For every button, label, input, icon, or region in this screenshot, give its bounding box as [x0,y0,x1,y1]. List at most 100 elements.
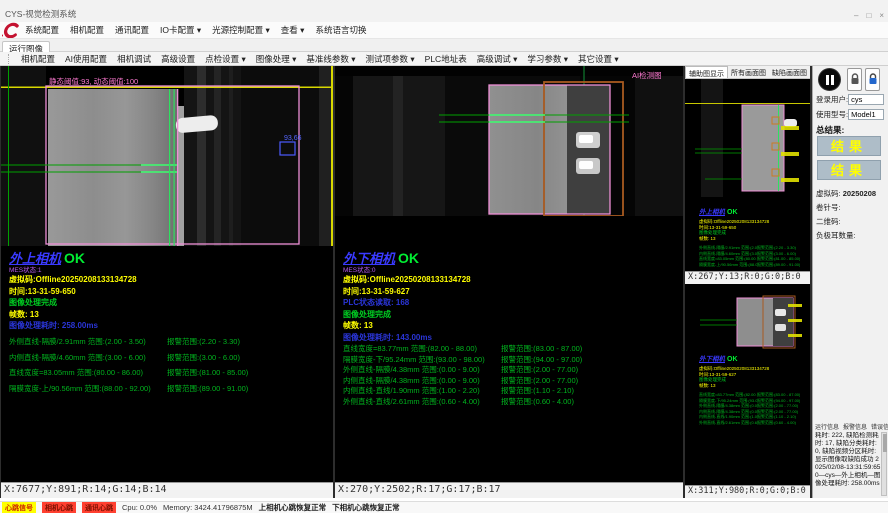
camera-view-upper[interactable]: 93,66 静态阈值:93, 动态阈值:100 外上相机OK MES状态:1 虚… [1,66,333,498]
menu-item[interactable]: 查看 ▾ [281,24,305,36]
toolbar-item[interactable]: 学习参数 ▾ [527,53,568,65]
toolbar-item[interactable]: PLC地址表 [425,53,467,65]
measurement-rows-lower: 直线宽度=83.77mm 范围:(82.00 - 88.00) 报警范围:(83… [335,343,683,406]
coordinate-bar-thumb1: X:267;Y:13;R:0;G:0;B:0 [685,271,810,284]
status-message-lower: 下相机心跳恢复正常 [332,502,400,513]
qr-row: 二维码: [816,216,841,227]
maximize-button[interactable]: □ [866,11,871,20]
window-controls: – □ × [854,11,884,20]
status-bar: 心跳信号 相机心跳 通讯心跳 Cpu: 0.0% Memory: 3424.41… [0,501,888,513]
result-ok-label: OK [398,250,419,266]
tab-aux-display[interactable]: 辅助图显示 [685,66,728,78]
lock-button[interactable] [847,68,862,91]
camera-overlay-upper: 外上相机OK MES状态:1 虚拟码:Offline20250208133134… [9,250,137,332]
secure-lock-button[interactable] [865,68,880,91]
measurement-row: 内侧直线-直线/1.90mm 范围:(1.00 - 2.20) 报警范围:(1.… [335,385,683,396]
measurement-row: 外侧直线-直线/2.61mm 范围:(0.60 - 4.00) 报警范围:(0.… [335,396,683,407]
tab-error-info[interactable]: 错误信息 [871,422,888,431]
toolbar-item[interactable]: 相机调试 [117,53,151,65]
menu-item[interactable]: 系统配置 [25,24,59,36]
process-done-line: 图像处理完成 [343,309,471,321]
camera-heartbeat-badge: 相机心跳 [42,502,76,513]
memory-usage: Memory: 3424.41796875M [163,503,253,512]
qr-label: 二维码: [816,217,841,226]
barcode-value: 20250208 [843,189,876,198]
toolbar-item[interactable]: AI使用配置 [65,53,107,65]
tab-run-info[interactable]: 运行信息 [815,422,839,431]
lock-icon [850,73,860,85]
camera-view-lower[interactable]: AI检测图 外下相机OK MES状态:0 虚拟码:Offline20250208… [335,66,683,498]
result-ok-label: OK [727,356,738,363]
result-box-lower: 结果 [817,160,881,180]
menu-item[interactable]: 光源控制配置 ▾ [212,24,270,36]
measurement-row: 内侧直线-隔膜/4.38mm 范围:(0.00 - 9.00) 报警范围:(2.… [335,375,683,386]
menu-bar: 系统配置相机配置通讯配置 IO卡配置 ▾ 光源控制配置 ▾ 查看 ▾ 系统语言切换 [0,22,888,39]
tab-all-frames[interactable]: 所有画面图 [728,66,769,78]
toolbar-item[interactable]: 点检设置 ▾ [205,53,246,65]
alarm-range: 报警范围:(2.00 - 77.00) [501,375,675,386]
toolbar-item[interactable]: 基准线参数 ▾ [306,53,355,65]
measurement-row: 直线宽度=83.05mm 范围:(80.00 - 86.00) 报警范围:(81… [1,367,333,383]
toolbar-item[interactable]: 测试项参数 ▾ [366,53,415,65]
status-message-upper: 上相机心跳恢复正常 [259,502,327,513]
thumbnail-image-lower [685,292,810,354]
heartbeat-badge: 心跳信号 [2,502,36,513]
measurement-value: 内侧直线-直线/1.90mm 范围:(1.00 - 2.20) [343,385,501,396]
cpu-usage: Cpu: 0.0% [122,503,157,512]
coordinate-bar-thumb2: X:311;Y:980;R:0;G:0;B:0 [685,485,810,498]
menu-item[interactable]: 系统语言切换 [315,24,366,36]
measurement-row: 直线宽度=83.77mm 范围:(82.00 - 88.00) 报警范围:(83… [335,343,683,354]
log-scrollbar[interactable] [881,432,887,496]
tab-alarm-info[interactable]: 报警信息 [843,422,867,431]
menu-item[interactable]: 相机配置 [70,24,104,36]
thumbnail-overlay: 外下相机OK 虚拟码:Offline20250208133134728 时间:1… [699,348,800,425]
alarm-range: 报警范围:(2.00 - 77.00) [501,364,675,375]
time-line: 时间:13-31-59-627 [343,286,471,298]
model-row: 使用型号: [816,109,884,120]
alarm-range: 报警范围:(1.10 - 2.10) [501,385,675,396]
pause-button[interactable] [818,68,841,91]
camera-image-upper: 93,66 静态阈值:93, 动态阈值:100 [1,66,333,246]
toolbar-item[interactable]: 相机配置 [21,53,55,65]
toolbar-item[interactable]: 高级调试 ▾ [477,53,518,65]
minimize-button[interactable]: – [854,11,858,20]
time-line: 时间:13-31-59-650 [9,286,137,298]
app-window: CYS-视觉检测系统 – □ × 系统配置相机配置通讯配置IO卡配置 ▾光源控制… [0,0,888,522]
camera-name: 外下相机 [699,356,725,363]
barcode-row: 虚拟码: 20250208 [816,188,876,199]
model-input[interactable] [848,109,884,120]
barcode-label: 虚拟码: [816,189,841,198]
alarm-range: 报警范围:(83.00 - 87.00) [501,343,675,354]
thumbnail-lower-camera[interactable]: 外下相机OK 虚拟码:Offline20250208133134728 时间:1… [685,284,810,498]
elapsed-line: 图像处理耗时: 258.00ms [9,320,137,332]
ai-detect-label: AI检测图 [632,70,662,80]
mes-status: MES状态:0 [343,267,471,274]
alarm-range: 报警范围:(0.60 - 4.00) [501,396,675,407]
coordinate-bar-upper: X:7677;Y:891;R:14;G:14;B:14 [1,482,333,498]
tab-count-row: 负极耳数量: [816,230,856,241]
threshold-label: 静态阈值:93, 动态阈值:100 [49,76,138,86]
toolbar-item[interactable]: 图像处理 ▾ [256,53,297,65]
menu-item[interactable]: IO卡配置 ▾ [160,24,201,36]
measurement-rows-upper: 外侧直线-隔膜/2.91mm 范围:(2.00 - 3.50) 报警范围:(2.… [1,336,333,398]
menu-item[interactable]: 通讯配置 [115,24,149,36]
measurement-row: 外侧直线-隔膜/4.38mm 范围:(0.00 - 9.00) 报警范围:(2.… [335,364,683,375]
barcode-line: 虚拟码:Offline20250208133134728 [9,274,137,286]
coordinate-bar-lower: X:270;Y:2502;R:17;G:17;B:17 [335,482,683,498]
measurement-row: 隔膜宽度-下/95.24mm 范围:(93.00 - 98.00) 报警范围:(… [335,354,683,365]
toolbar-item[interactable]: 高级设置 [161,53,195,65]
alarm-range: 报警范围:(2.20 - 3.30) [167,336,325,352]
title-bar: CYS-视觉检测系统 – □ × [0,0,888,22]
thumbnail-upper-camera[interactable]: 外上相机OK 虚拟码:Offline20250208133134728 时间:1… [685,79,810,284]
measure-point-label: 93,66 [284,135,302,142]
tab-defect-frames[interactable]: 缺陷画面图 [769,66,810,78]
measurement-row: 外侧直线-隔膜/2.91mm 范围:(2.00 - 3.50) 报警范围:(2.… [1,336,333,352]
login-user-input[interactable] [848,94,884,105]
toolbar-item[interactable]: 其它设置 ▾ [578,53,619,65]
alarm-range: 报警范围:(89.00 - 91.00) [167,383,325,399]
close-button[interactable]: × [879,11,884,20]
alarm-range: 报警范围:(94.00 - 97.00) [501,354,675,365]
scrollbar-thumb[interactable] [883,434,887,452]
total-result-label: 总结果: [816,124,844,136]
measurement-value: 内侧直线-隔膜/4.38mm 范围:(0.00 - 9.00) [343,375,501,386]
